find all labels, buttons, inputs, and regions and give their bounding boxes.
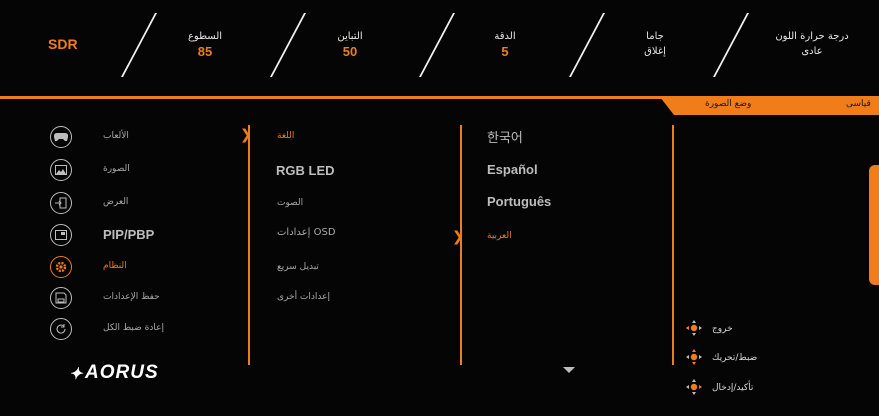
save-icon [50, 287, 72, 309]
contrast-status: التباين 50 [320, 0, 380, 90]
color-temp-status: درجة حرارة اللون عادى [752, 0, 872, 90]
menu-item-pip-pbp[interactable]: PIP/PBP [103, 227, 154, 242]
brightness-value: 85 [197, 44, 213, 59]
menu-item-system[interactable]: النظام [103, 261, 127, 271]
gamepad-icon [50, 126, 72, 148]
menu-item-gaming[interactable]: الألعاب [103, 131, 129, 141]
status-bar: SDR السطوع 85 التباين 50 الدقة 5 جاما إغ… [0, 0, 879, 90]
language-option-portuguese[interactable]: Português [487, 194, 551, 209]
scroll-handle[interactable] [869, 165, 879, 285]
joystick-move-icon [686, 349, 702, 365]
color-temp-value: عادى [801, 46, 823, 57]
aorus-logo: ✦ AORUS [69, 362, 159, 384]
language-option-spanish[interactable]: Español [487, 162, 538, 177]
submenu-item-osd-settings[interactable]: إعدادات OSD [277, 227, 336, 238]
language-option-korean[interactable]: 한국어 [487, 127, 523, 146]
submenu-item-audio[interactable]: الصوت [277, 198, 303, 208]
brand-name: AORUS [85, 362, 159, 383]
contrast-value: 50 [342, 44, 358, 59]
divider [712, 13, 750, 77]
gamma-label: جاما [646, 31, 664, 42]
submenu-item-language[interactable]: اللغة [277, 131, 294, 141]
picture-icon [50, 159, 72, 181]
hints-divider [672, 125, 674, 365]
submenu-item-quick-switch[interactable]: تبديل سريع [277, 262, 319, 272]
sharpness-value: 5 [501, 44, 509, 59]
pip-icon [50, 224, 72, 246]
tab-standard[interactable]: قياسى [846, 99, 871, 109]
sharpness-status: الدقة 5 [480, 0, 530, 90]
submenu-item-rgb-led[interactable]: RGB LED [276, 163, 335, 178]
brightness-label: السطوع [187, 31, 223, 42]
osd-menu: SDR السطوع 85 التباين 50 الدقة 5 جاما إغ… [0, 0, 879, 416]
color-temp-label: درجة حرارة اللون [775, 31, 849, 42]
language-option-arabic[interactable]: العربية [487, 231, 512, 241]
display-input-icon [50, 192, 72, 214]
reset-icon [50, 318, 72, 340]
divider [120, 13, 158, 77]
gamma-value: إغلاق [644, 46, 666, 57]
menu-item-save-settings[interactable]: حفظ الإعدادات [103, 292, 160, 302]
tab-picture-mode[interactable]: وضع الصورة [705, 99, 751, 109]
eagle-icon: ✦ [69, 366, 84, 383]
scroll-down-icon[interactable] [563, 367, 575, 373]
sharpness-label: الدقة [494, 31, 516, 42]
hint-confirm-enter: تأكيد/إدخال [712, 383, 754, 393]
hdr-mode-value: SDR [48, 36, 78, 52]
gamma-status: جاما إغلاق [625, 0, 685, 90]
menu-item-input[interactable]: العرض [103, 197, 128, 207]
menu-item-reset-all[interactable]: إعادة ضبط الكل [103, 323, 164, 333]
divider [269, 13, 307, 77]
joystick-press-icon [686, 379, 702, 395]
brightness-status: السطوع 85 [170, 0, 240, 90]
gear-icon [50, 256, 72, 278]
joystick-left-icon [686, 320, 702, 336]
divider [418, 13, 456, 77]
chevron-right-icon: ❯ [452, 229, 464, 245]
menu-item-picture[interactable]: الصورة [103, 164, 130, 174]
hint-adjust-move: ضبط/تحريك [712, 353, 758, 363]
options-divider [460, 125, 462, 365]
contrast-label: التباين [337, 31, 363, 42]
hint-exit: خروج [712, 324, 733, 334]
submenu-divider [248, 125, 250, 365]
divider [568, 13, 606, 77]
submenu-item-other-settings[interactable]: إعدادات أخرى [277, 292, 330, 302]
